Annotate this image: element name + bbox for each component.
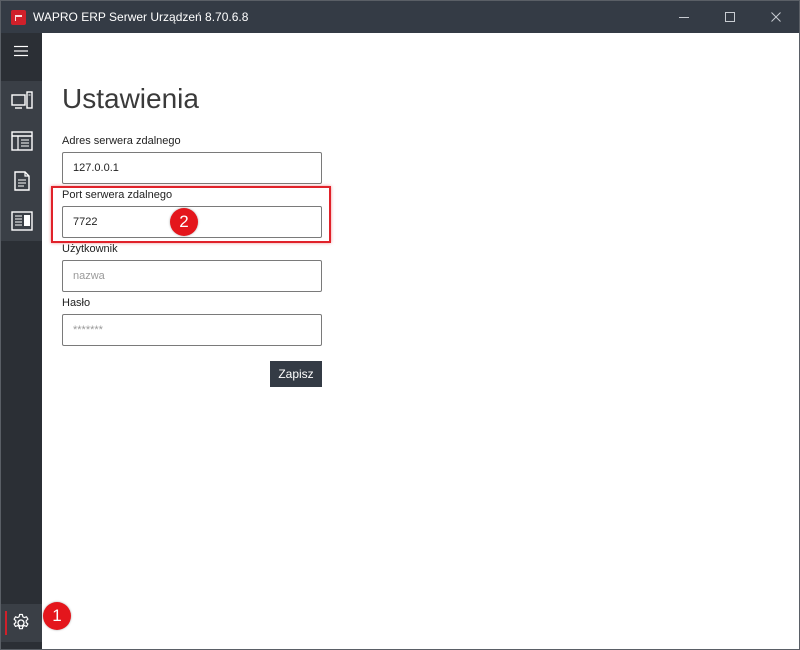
hamburger-icon — [14, 45, 28, 57]
sidebar-item-devices[interactable] — [1, 81, 42, 121]
server-address-label: Adres serwera zdalnego — [62, 135, 181, 147]
maximize-icon — [725, 12, 735, 22]
gear-icon — [13, 613, 29, 630]
app-logo-icon — [11, 10, 26, 25]
minimize-button[interactable] — [661, 1, 707, 33]
app-window: WAPRO ERP Serwer Urządzeń 8.70.6.8 Ustaw… — [0, 0, 800, 650]
close-button[interactable] — [753, 1, 799, 33]
log-list-icon — [11, 211, 33, 231]
active-indicator — [5, 611, 7, 635]
user-label: Użytkownik — [62, 243, 118, 255]
password-label: Hasło — [62, 297, 91, 309]
sidebar-item-logs[interactable] — [1, 201, 42, 241]
close-icon — [771, 12, 781, 22]
user-input[interactable] — [62, 260, 322, 292]
annotation-marker-1: 1 — [43, 602, 71, 630]
window-list-icon — [11, 131, 33, 151]
document-icon — [14, 171, 30, 191]
annotation-marker-2: 2 — [170, 208, 198, 236]
password-input[interactable] — [62, 314, 322, 346]
sidebar-nav — [1, 81, 42, 241]
minimize-icon — [679, 17, 689, 18]
hamburger-menu-button[interactable] — [1, 33, 42, 71]
window-title: WAPRO ERP Serwer Urządzeń 8.70.6.8 — [33, 10, 249, 24]
save-button[interactable]: Zapisz — [270, 361, 322, 387]
sidebar-item-windows[interactable] — [1, 121, 42, 161]
sidebar-item-settings[interactable] — [1, 604, 42, 642]
sidebar — [1, 33, 42, 649]
devices-icon — [11, 91, 33, 109]
title-bar[interactable]: WAPRO ERP Serwer Urządzeń 8.70.6.8 — [1, 1, 799, 33]
maximize-button[interactable] — [707, 1, 753, 33]
server-address-input[interactable] — [62, 152, 322, 184]
page-title: Ustawienia — [62, 83, 199, 114]
settings-panel: Ustawienia Adres serwera zdalnego Port s… — [42, 33, 799, 649]
sidebar-item-documents[interactable] — [1, 161, 42, 201]
